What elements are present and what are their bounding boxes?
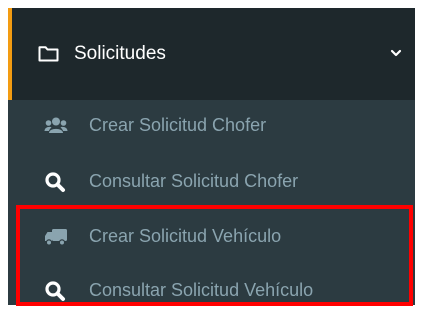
menu-item-label: Crear Solicitud Vehículo <box>89 226 282 246</box>
menu-item-consultar-solicitud-chofer[interactable]: Consultar Solicitud Chofer <box>8 156 415 208</box>
menu-title: Solicitudes <box>74 43 166 64</box>
sidebar-menu: Solicitudes Crear Solicitud Chofer Consu… <box>8 8 415 305</box>
search-icon <box>45 172 65 192</box>
truck-icon <box>45 229 67 246</box>
menu-item-crear-solicitud-vehiculo[interactable]: Crear Solicitud Vehículo <box>8 211 415 263</box>
chevron-down-icon[interactable] <box>389 47 403 59</box>
menu-item-label: Crear Solicitud Chofer <box>89 115 267 135</box>
menu-item-label: Consultar Solicitud Chofer <box>89 171 299 191</box>
folder-icon <box>38 46 59 62</box>
search-icon <box>45 281 65 301</box>
menu-item-consultar-solicitud-vehiculo[interactable]: Consultar Solicitud Vehículo <box>8 265 415 317</box>
solicitudes-menu-toggle[interactable]: Solicitudes <box>8 8 415 100</box>
menu-item-label: Consultar Solicitud Vehículo <box>89 280 314 300</box>
menu-item-crear-solicitud-chofer[interactable]: Crear Solicitud Chofer <box>8 100 415 152</box>
users-icon <box>44 117 68 133</box>
